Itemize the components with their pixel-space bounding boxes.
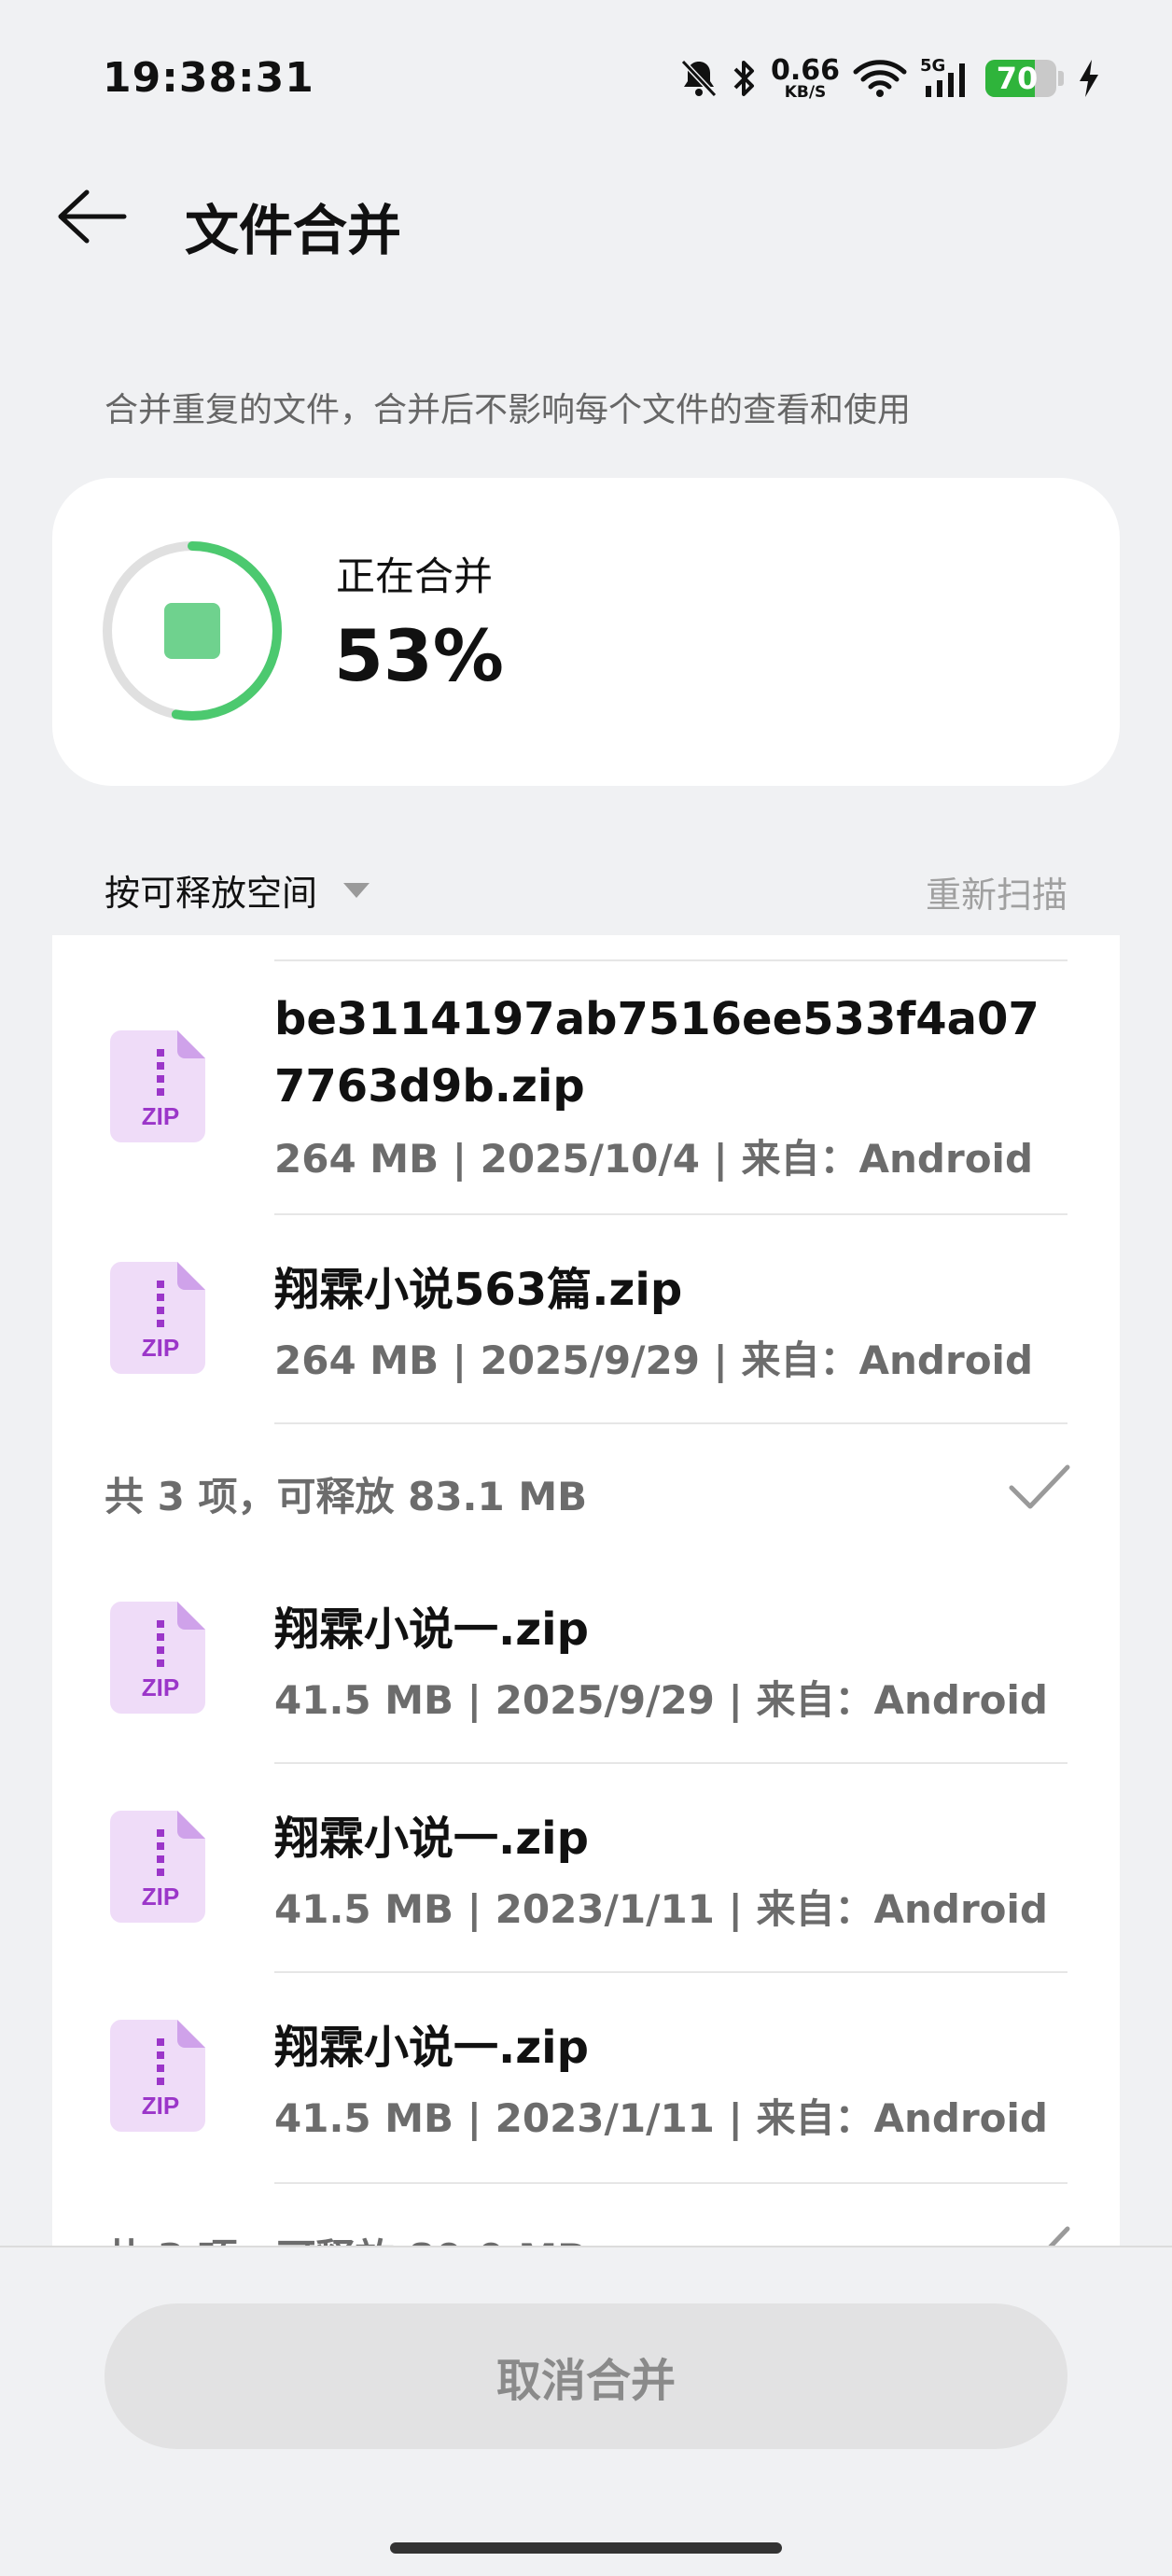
cellular-signal: 5G bbox=[920, 56, 972, 99]
zip-icon-label: ZIP bbox=[142, 1102, 179, 1130]
zip-file-icon: ZIP bbox=[110, 1602, 205, 1714]
wifi-icon bbox=[853, 60, 907, 97]
file-meta: 264 MB | 2025/10/4 | 来自：Android bbox=[274, 1136, 1034, 1182]
home-indicator[interactable] bbox=[390, 2542, 782, 2554]
zip-file-icon: ZIP bbox=[110, 1262, 205, 1374]
charging-bolt-icon bbox=[1080, 60, 1098, 97]
bottom-action-bar: 取消合并 bbox=[0, 2246, 1172, 2576]
back-arrow-icon bbox=[58, 189, 127, 244]
checkmark-icon bbox=[1048, 2226, 1070, 2246]
sort-label: 按可释放空间 bbox=[105, 873, 318, 914]
file-row[interactable]: ZIP be3114197ab7516ee533f4a077763d9b.zip… bbox=[52, 935, 1120, 1215]
back-button[interactable] bbox=[52, 177, 131, 256]
page-description: 合并重复的文件，合并后不影响每个文件的查看和使用 bbox=[105, 391, 912, 429]
zip-icon-label: ZIP bbox=[142, 1673, 179, 1701]
cancel-merge-button[interactable]: 取消合并 bbox=[105, 2303, 1067, 2449]
app-header: 文件合并 bbox=[0, 159, 1172, 271]
rescan-button[interactable]: 重新扫描 bbox=[926, 866, 1067, 917]
zip-icon-label: ZIP bbox=[142, 1334, 179, 1362]
file-name: 翔霖小说一.zip bbox=[274, 1813, 589, 1865]
file-row[interactable]: ZIP 翔霖小说一.zip 41.5 MB | 2025/9/29 | 来自：A… bbox=[52, 1555, 1120, 1764]
file-meta: 41.5 MB | 2023/1/11 | 来自：Android bbox=[274, 2095, 1048, 2141]
battery-nub bbox=[1058, 71, 1064, 86]
battery-indicator: 70 bbox=[985, 60, 1056, 97]
status-time: 19:38:31 bbox=[103, 54, 314, 102]
group-summary[interactable]: 共 3 项，可释放 80.0 MB bbox=[52, 2186, 1120, 2246]
file-meta: 264 MB | 2025/9/29 | 来自：Android bbox=[274, 1337, 1034, 1383]
file-row[interactable]: ZIP 翔霖小说一.zip 41.5 MB | 2023/1/11 | 来自：A… bbox=[52, 1973, 1120, 2184]
stop-merge-button[interactable] bbox=[164, 603, 220, 659]
sort-dropdown[interactable]: 按可释放空间 bbox=[105, 864, 371, 916]
progress-percent: 53% bbox=[334, 614, 504, 697]
file-row[interactable]: ZIP 翔霖小说一.zip 41.5 MB | 2023/1/11 | 来自：A… bbox=[52, 1764, 1120, 1973]
file-meta: 41.5 MB | 2025/9/29 | 来自：Android bbox=[274, 1677, 1048, 1723]
file-name: 翔霖小说一.zip bbox=[274, 1603, 589, 1656]
file-name: 翔霖小说一.zip bbox=[274, 2022, 589, 2074]
file-name: be3114197ab7516ee533f4a077763d9b.zip bbox=[274, 993, 1039, 1113]
status-icons: 0.66 KB/S 5G 70 bbox=[679, 52, 1101, 105]
battery-level: 70 bbox=[996, 61, 1039, 96]
file-row[interactable]: ZIP 翔霖小说563篇.zip 264 MB | 2025/9/29 | 来自… bbox=[52, 1215, 1120, 1424]
net-speed: 0.66 KB/S bbox=[770, 53, 840, 102]
merge-progress-card: 正在合并 53% bbox=[52, 478, 1120, 786]
sort-bar: 按可释放空间 重新扫描 bbox=[0, 849, 1172, 924]
page-title: 文件合并 bbox=[185, 199, 402, 262]
group-summary[interactable]: 共 3 项，可释放 83.1 MB bbox=[52, 1424, 1120, 1555]
zip-icon-label: ZIP bbox=[142, 1883, 179, 1911]
duplicate-file-list: ZIP be3114197ab7516ee533f4a077763d9b.zip… bbox=[52, 935, 1120, 2246]
bell-muted-icon bbox=[680, 59, 718, 98]
file-name: 翔霖小说563篇.zip bbox=[274, 1264, 683, 1316]
group-summary-text: 共 3 项，可释放 83.1 MB bbox=[105, 1474, 588, 1519]
row-divider bbox=[274, 2182, 1067, 2184]
group-summary-text: 共 3 项，可释放 80.0 MB bbox=[105, 2227, 587, 2246]
zip-file-icon: ZIP bbox=[110, 2020, 205, 2132]
zip-file-icon: ZIP bbox=[110, 1030, 205, 1142]
zip-file-icon: ZIP bbox=[110, 1811, 205, 1923]
file-meta: 41.5 MB | 2023/1/11 | 来自：Android bbox=[274, 1886, 1048, 1932]
checkmark-icon bbox=[1009, 1464, 1070, 1509]
progress-label: 正在合并 bbox=[336, 553, 494, 599]
signal-bars-icon bbox=[926, 63, 965, 97]
bluetooth-icon bbox=[733, 61, 754, 96]
dropdown-triangle-icon bbox=[343, 882, 370, 898]
zip-icon-label: ZIP bbox=[142, 2092, 179, 2120]
status-bar: 19:38:31 0.66 KB/S 5G 70 bbox=[0, 0, 1172, 159]
